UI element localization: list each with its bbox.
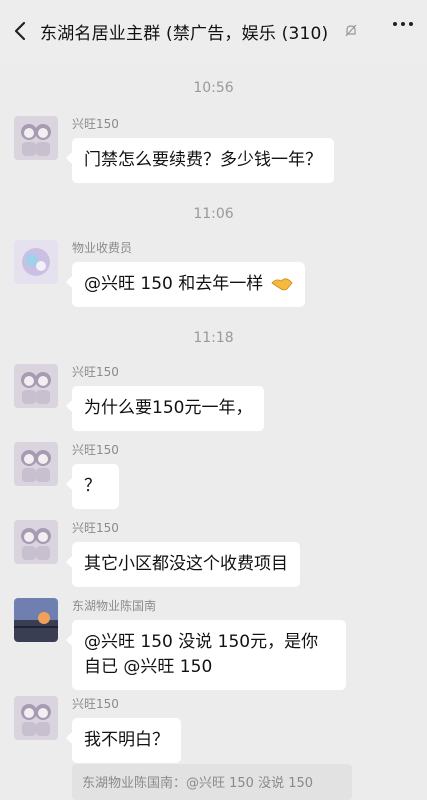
bell-off-icon bbox=[344, 23, 360, 39]
avatar-xingwang[interactable] bbox=[14, 696, 58, 740]
more-button[interactable] bbox=[393, 22, 413, 26]
avatar-xingwang[interactable] bbox=[14, 364, 58, 408]
sender-name: 兴旺150 bbox=[72, 443, 119, 457]
more-dot bbox=[401, 22, 405, 26]
message-item: 兴旺150 为什么要150元一年， bbox=[14, 364, 265, 431]
message-bubble[interactable]: @兴旺 150 没说 150元，是你自已 @兴旺 150 bbox=[66, 620, 346, 690]
avatar-chen[interactable] bbox=[14, 598, 58, 642]
message-item: 兴旺150 其它小区都没这个收费项目 bbox=[14, 520, 300, 587]
message-bubble[interactable]: 其它小区都没这个收费项目 bbox=[66, 542, 300, 587]
timestamp: 10:56 bbox=[193, 80, 234, 96]
message-bubble[interactable]: 门禁怎么要续费？多少钱一年？ bbox=[66, 138, 334, 183]
chevron-left-icon bbox=[14, 21, 26, 41]
sender-name: 兴旺150 bbox=[72, 365, 119, 379]
quoted-message[interactable]: 东湖物业陈国南：@兴旺 150 没说 150 bbox=[72, 764, 352, 800]
avatar-fee-collector[interactable] bbox=[14, 240, 58, 284]
message-item: 兴旺150 门禁怎么要续费？多少钱一年？ bbox=[14, 116, 334, 183]
message-bubble[interactable]: ？ bbox=[66, 464, 119, 509]
avatar-xingwang[interactable] bbox=[14, 442, 58, 486]
message-bubble[interactable]: @兴旺 150 和去年一样 bbox=[66, 262, 305, 307]
chat-header: 东湖名居业主群 (禁广告，娱乐 (310) bbox=[0, 0, 427, 62]
message-bubble[interactable]: 我不明白？ bbox=[66, 718, 181, 763]
sender-name: 兴旺150 bbox=[72, 697, 119, 711]
sender-name: 兴旺150 bbox=[72, 117, 119, 131]
message-item: 兴旺150 ？ bbox=[14, 442, 119, 509]
message-bubble[interactable]: 为什么要150元一年， bbox=[65, 386, 265, 431]
message-item: 东湖物业陈国南 @兴旺 150 没说 150元，是你自已 @兴旺 150 bbox=[14, 598, 346, 690]
more-dot bbox=[409, 22, 413, 26]
avatar-xingwang[interactable] bbox=[14, 116, 58, 160]
sender-name: 东湖物业陈国南 bbox=[72, 599, 157, 613]
avatar-xingwang[interactable] bbox=[14, 520, 58, 564]
timestamp: 11:06 bbox=[193, 206, 234, 222]
back-button[interactable] bbox=[0, 0, 40, 62]
message-item: 兴旺150 我不明白？ bbox=[14, 696, 181, 763]
chat-title: 东湖名居业主群 (禁广告，娱乐 (310) bbox=[40, 23, 329, 44]
sender-name: 兴旺150 bbox=[72, 521, 119, 535]
message-text: @兴旺 150 和去年一样 bbox=[84, 274, 264, 294]
handshake-emoji bbox=[271, 278, 293, 291]
timestamp: 11:18 bbox=[193, 330, 234, 346]
message-item: 物业收费员 @兴旺 150 和去年一样 bbox=[14, 240, 305, 307]
sender-name: 物业收费员 bbox=[72, 241, 133, 255]
more-dot bbox=[393, 22, 397, 26]
